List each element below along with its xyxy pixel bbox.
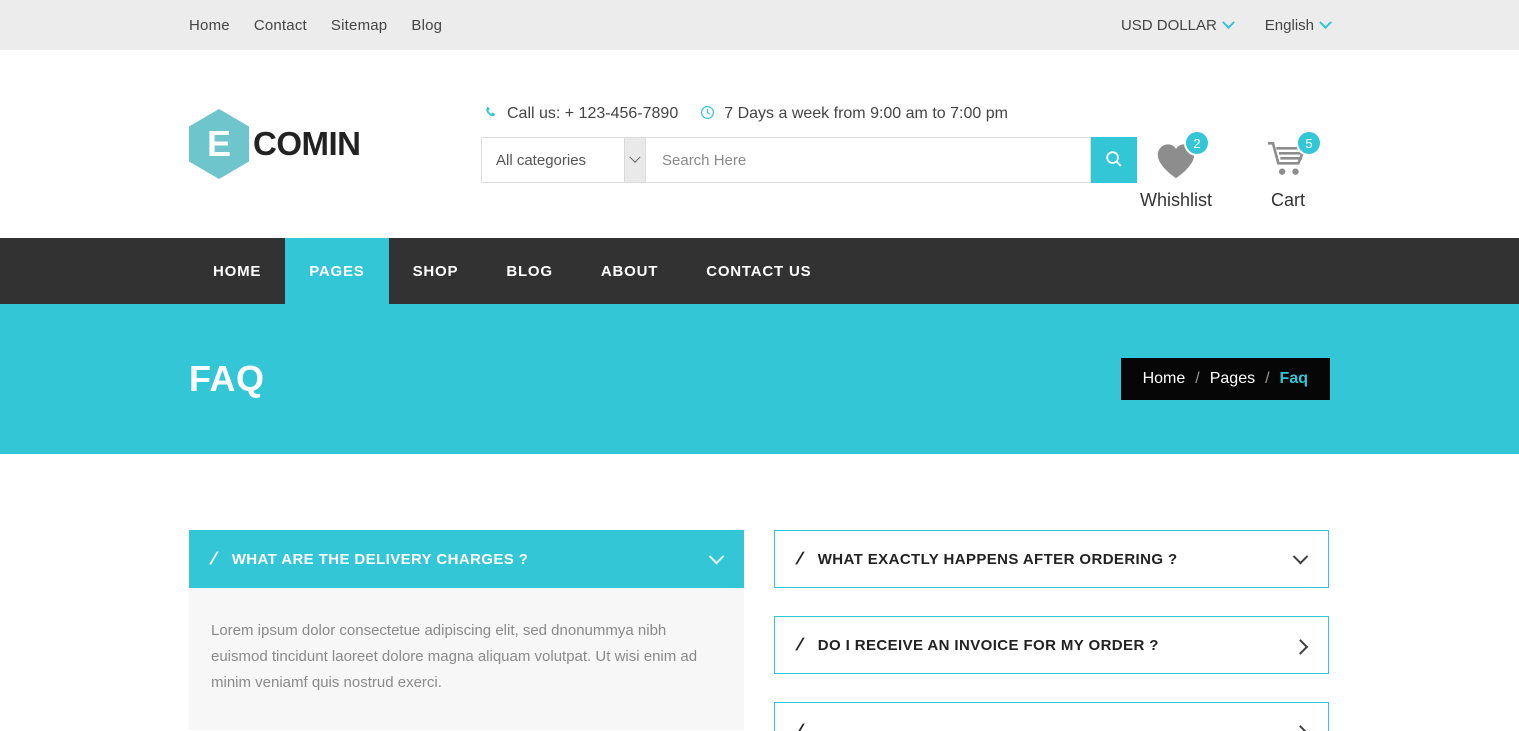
slash-icon: / <box>795 721 804 731</box>
clock-icon <box>700 105 715 123</box>
faq-item: / DO I RECEIVE AN INVOICE FOR MY ORDER ? <box>774 616 1329 674</box>
nav-item-about[interactable]: ABOUT <box>577 238 682 304</box>
category-select[interactable]: All categories <box>481 137 646 183</box>
cart-badge: 5 <box>1296 130 1322 156</box>
chevron-right-icon <box>1292 724 1309 731</box>
page-title: FAQ <box>189 358 265 399</box>
logo-wordmark: COMIN <box>253 125 361 162</box>
topbar-link-sitemap[interactable]: Sitemap <box>331 17 387 34</box>
phone-info: Call us: + 123-456-7890 <box>484 105 678 123</box>
phone-text: Call us: + 123-456-7890 <box>507 105 679 122</box>
faq-question-label: DO I RECEIVE AN INVOICE FOR MY ORDER ? <box>817 636 1159 654</box>
chevron-right-icon <box>1292 638 1309 655</box>
breadcrumb-current: Faq <box>1279 370 1308 387</box>
breadcrumb-separator: / <box>1195 370 1200 387</box>
category-select-wrapper: All categories <box>481 137 646 183</box>
slash-icon: / <box>795 635 804 654</box>
faq-question-third[interactable]: / <box>774 702 1329 731</box>
topbar-link-contact[interactable]: Contact <box>254 17 307 34</box>
logo[interactable]: E COMIN <box>189 109 481 179</box>
faq-question-label: WHAT ARE THE DELIVERY CHARGES ? <box>231 550 529 568</box>
wishlist-button[interactable]: 2 Whishlist <box>1134 130 1218 211</box>
breadcrumb-pages[interactable]: Pages <box>1210 370 1255 388</box>
faq-item: / <box>774 702 1329 731</box>
faq-column-left: / WHAT ARE THE DELIVERY CHARGES ? Lorem … <box>189 530 744 731</box>
currency-selector[interactable]: USD DOLLAR <box>1120 15 1235 34</box>
search-bar: All categories <box>481 137 1146 183</box>
header-center: Call us: + 123-456-7890 7 Days a week fr… <box>481 105 1146 183</box>
hours-text: 7 Days a week from 9:00 am to 7:00 pm <box>724 105 1008 122</box>
topbar-link-home[interactable]: Home <box>189 17 230 34</box>
slash-icon: / <box>795 549 804 568</box>
site-header: E COMIN Call us: + 123-456-7890 7 Days a… <box>0 50 1519 238</box>
logo-hexagon-icon: E <box>189 109 249 179</box>
faq-item: / WHAT ARE THE DELIVERY CHARGES ? Lorem … <box>189 530 744 730</box>
nav-item-home[interactable]: HOME <box>189 238 285 304</box>
logo-letter: E <box>206 123 231 164</box>
faq-item: / WHAT EXACTLY HAPPENS AFTER ORDERING ? <box>774 530 1329 588</box>
breadcrumb: Home / Pages / Faq <box>1120 358 1330 400</box>
slash-icon: / <box>209 549 218 568</box>
nav-item-contact-us[interactable]: CONTACT US <box>682 238 835 304</box>
phone-icon <box>484 106 498 123</box>
wishlist-badge: 2 <box>1184 130 1210 156</box>
top-bar: Home Contact Sitemap Blog USD DOLLAR Eng… <box>0 0 1519 50</box>
search-input[interactable] <box>646 137 1091 183</box>
faq-content: / WHAT ARE THE DELIVERY CHARGES ? Lorem … <box>0 454 1519 731</box>
hours-info: 7 Days a week from 9:00 am to 7:00 pm <box>700 105 1008 123</box>
language-label: English <box>1264 16 1314 34</box>
faq-question-delivery-charges[interactable]: / WHAT ARE THE DELIVERY CHARGES ? <box>189 530 744 588</box>
contact-info: Call us: + 123-456-7890 7 Days a week fr… <box>481 105 1146 123</box>
search-button[interactable] <box>1091 137 1137 183</box>
chevron-down-icon <box>708 548 725 564</box>
top-bar-links: Home Contact Sitemap Blog <box>189 17 442 34</box>
page-banner: FAQ Home / Pages / Faq <box>0 304 1519 454</box>
chevron-down-icon <box>1319 15 1332 29</box>
breadcrumb-home[interactable]: Home <box>1143 370 1186 388</box>
faq-column-right: / WHAT EXACTLY HAPPENS AFTER ORDERING ? … <box>774 530 1329 731</box>
chevron-down-icon <box>1221 15 1235 29</box>
nav-item-shop[interactable]: SHOP <box>389 238 483 304</box>
topbar-link-blog[interactable]: Blog <box>411 17 442 34</box>
breadcrumb-separator: / <box>1265 370 1270 387</box>
language-selector[interactable]: English <box>1264 15 1332 34</box>
cart-label: Cart <box>1270 190 1305 210</box>
nav-item-pages[interactable]: PAGES <box>285 238 389 304</box>
top-bar-selectors: USD DOLLAR English <box>1120 15 1332 34</box>
nav-item-blog[interactable]: BLOG <box>482 238 577 304</box>
faq-question-label: WHAT EXACTLY HAPPENS AFTER ORDERING ? <box>817 550 1178 568</box>
faq-question-after-ordering[interactable]: / WHAT EXACTLY HAPPENS AFTER ORDERING ? <box>774 530 1329 588</box>
search-icon <box>1105 150 1123 171</box>
cart-button[interactable]: 5 Cart <box>1246 130 1330 211</box>
header-actions: 2 Whishlist 5 Cart <box>1134 130 1330 211</box>
chevron-down-icon <box>1292 548 1309 564</box>
main-navigation: HOME PAGES SHOP BLOG ABOUT CONTACT US <box>0 238 1519 304</box>
faq-answer-delivery-charges: Lorem ipsum dolor consectetue adipiscing… <box>189 588 744 730</box>
currency-label: USD DOLLAR <box>1120 16 1217 34</box>
wishlist-label: Whishlist <box>1139 190 1212 210</box>
faq-question-invoice[interactable]: / DO I RECEIVE AN INVOICE FOR MY ORDER ? <box>774 616 1329 674</box>
